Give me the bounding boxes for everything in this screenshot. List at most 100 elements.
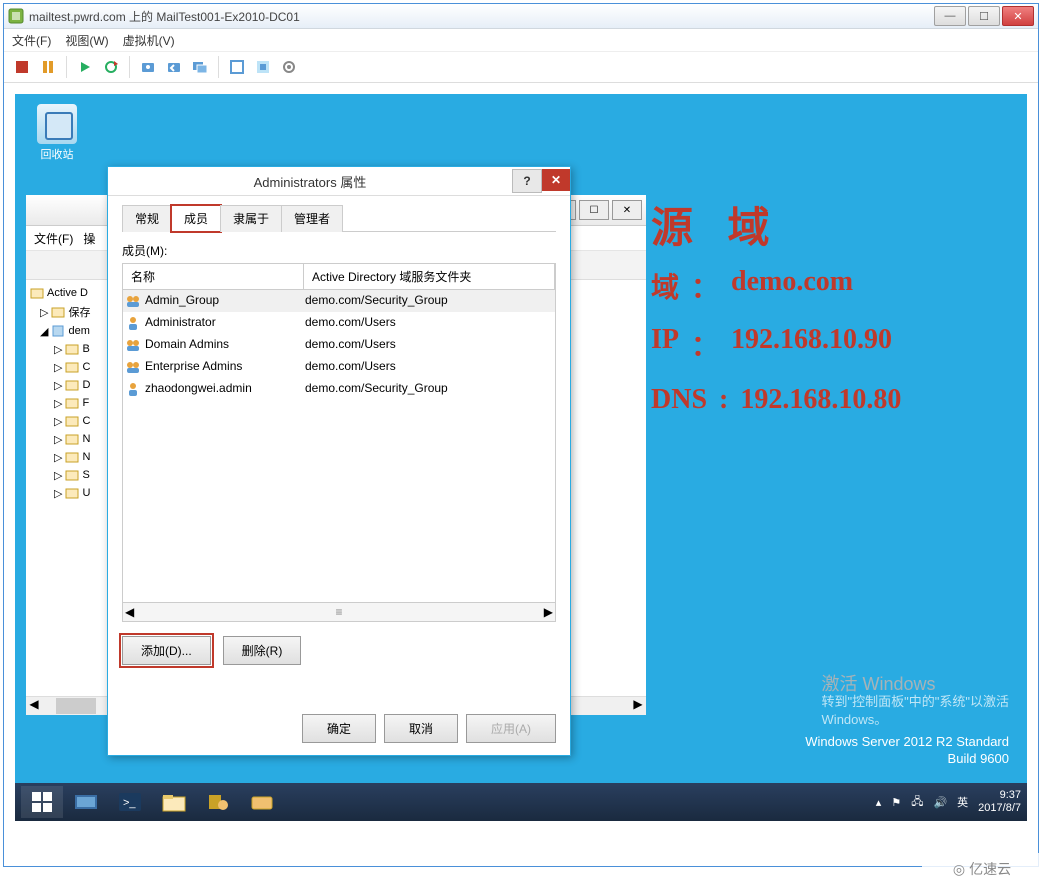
guest-desktop: 回收站 源 域 域：demo.com IP：192.168.10.90 DNS:… — [15, 94, 1027, 821]
tab-memberof[interactable]: 隶属于 — [220, 205, 282, 232]
aduc-tree[interactable]: Active D ▷ 保存 ◢ dem ▷ B▷ C▷ D▷ F▷ C▷ N▷ … — [26, 280, 115, 698]
ok-button[interactable]: 确定 — [302, 714, 376, 743]
user-icon — [123, 315, 143, 331]
aduc-menu-file[interactable]: 文件(F) — [34, 230, 73, 247]
recycle-bin[interactable]: 回收站 — [35, 104, 79, 162]
tree-item[interactable]: ▷ U — [30, 484, 110, 502]
tray-ime[interactable]: 英 — [957, 794, 968, 810]
provider-logo: ◎亿速云 — [922, 853, 1042, 885]
watermark-line: 转到"控制面板"中的"系统"以激活Windows。 — [822, 693, 1009, 729]
vmware-titlebar[interactable]: mailtest.pwrd.com 上的 MailTest001-Ex2010-… — [4, 4, 1038, 29]
tree-item[interactable]: ▷ N — [30, 448, 110, 466]
member-row[interactable]: zhaodongwei.admindemo.com/Security_Group — [123, 378, 555, 400]
member-row[interactable]: Admin_Groupdemo.com/Security_Group — [123, 290, 555, 312]
menu-vm[interactable]: 虚拟机(V) — [123, 32, 175, 49]
vmware-window: mailtest.pwrd.com 上的 MailTest001-Ex2010-… — [3, 3, 1039, 867]
vmware-icon — [8, 8, 24, 24]
remove-button[interactable]: 删除(R) — [223, 636, 302, 665]
column-name[interactable]: 名称 — [123, 264, 304, 289]
dialog-help-button[interactable]: ? — [512, 169, 542, 193]
tree-item[interactable]: ▷ S — [30, 466, 110, 484]
taskbar-explorer[interactable] — [153, 786, 195, 818]
settings-icon[interactable] — [277, 55, 301, 79]
group-icon — [123, 337, 143, 353]
vmware-toolbar — [4, 52, 1038, 83]
overlay-row-ip: IP：192.168.10.90 — [651, 324, 892, 364]
taskbar-card[interactable] — [241, 786, 283, 818]
tab-members[interactable]: 成员 — [171, 205, 221, 232]
tab-managedby[interactable]: 管理者 — [281, 205, 343, 232]
add-button[interactable]: 添加(D)... — [122, 636, 211, 665]
tray-network-icon[interactable]: 🖧 — [911, 793, 923, 812]
activation-watermark: 激活 Windows 转到"控制面板"中的"系统"以激活Windows。 — [822, 675, 1009, 729]
member-row[interactable]: Administratordemo.com/Users — [123, 312, 555, 334]
tray-clock[interactable]: 9:37 2017/8/7 — [978, 789, 1021, 815]
maximize-button[interactable]: ☐ — [968, 6, 1000, 26]
list-hscrollbar[interactable]: ◀ ≡ ▶ — [122, 603, 556, 622]
dialog-title: Administrators 属性 — [108, 172, 512, 191]
fullscreen-icon[interactable] — [225, 55, 249, 79]
tree-item[interactable]: ▷ F — [30, 394, 110, 412]
members-label: 成员(M): — [122, 242, 556, 259]
menu-view[interactable]: 视图(W) — [65, 32, 108, 49]
user-icon — [123, 381, 143, 397]
administrators-properties-dialog: Administrators 属性 ? ✕ 常规 成员 隶属于 管理者 成员(M… — [107, 166, 571, 756]
overlay-row-dns: DNS: 192.168.10.80 — [651, 384, 901, 416]
scroll-grip-icon[interactable]: ≡ — [134, 605, 544, 619]
start-button[interactable] — [21, 786, 63, 818]
tree-item[interactable]: ▷ C — [30, 412, 110, 430]
tray-up-icon[interactable]: ▴ — [876, 796, 882, 809]
aduc-maximize[interactable]: ☐ — [579, 200, 609, 220]
tree-item[interactable]: ▷ B — [30, 340, 110, 358]
group-icon — [123, 293, 143, 309]
member-row[interactable]: Enterprise Adminsdemo.com/Users — [123, 356, 555, 378]
vmware-title-text: mailtest.pwrd.com 上的 MailTest001-Ex2010-… — [29, 8, 934, 25]
cancel-button[interactable]: 取消 — [384, 714, 458, 743]
tree-item[interactable]: ▷ C — [30, 358, 110, 376]
tree-domain: ◢ dem — [30, 322, 110, 340]
apply-button[interactable]: 应用(A) — [466, 714, 556, 743]
tray-flag-icon[interactable]: ⚑ — [891, 796, 901, 809]
taskbar-aduc[interactable] — [197, 786, 239, 818]
aduc-close[interactable]: ✕ — [612, 200, 642, 220]
watermark-title: 激活 Windows — [822, 675, 1009, 693]
play-icon[interactable] — [73, 55, 97, 79]
column-folder[interactable]: Active Directory 域服务文件夹 — [304, 264, 555, 289]
recycle-bin-label: 回收站 — [35, 146, 79, 162]
os-info: Windows Server 2012 R2 Standard Build 96… — [805, 733, 1009, 767]
tree-item[interactable]: ▷ N — [30, 430, 110, 448]
member-row[interactable]: Domain Adminsdemo.com/Users — [123, 334, 555, 356]
taskbar[interactable]: >_ ▴ ⚑ 🖧 🔊 英 9:37 2017/8/7 — [15, 783, 1027, 821]
vmware-menubar: 文件(F) 视图(W) 虚拟机(V) — [4, 29, 1038, 52]
members-list-header: 名称 Active Directory 域服务文件夹 — [122, 263, 556, 289]
snapshot-icon[interactable] — [136, 55, 160, 79]
tree-root: Active D — [30, 284, 110, 302]
system-tray[interactable]: ▴ ⚑ 🖧 🔊 英 9:37 2017/8/7 — [876, 789, 1021, 815]
overlay-title: 源 域 — [651, 194, 782, 255]
snapshot-manager-icon[interactable] — [188, 55, 212, 79]
tray-volume-icon[interactable]: 🔊 — [933, 796, 947, 809]
stop-icon[interactable] — [10, 55, 34, 79]
dialog-close-button[interactable]: ✕ — [542, 169, 570, 191]
svg-text:>_: >_ — [123, 797, 136, 809]
tree-item[interactable]: ▷ D — [30, 376, 110, 394]
members-list[interactable]: Admin_Groupdemo.com/Security_GroupAdmini… — [122, 289, 556, 603]
scroll-right-icon[interactable]: ▶ — [544, 605, 553, 619]
dialog-titlebar[interactable]: Administrators 属性 ? ✕ — [108, 167, 570, 196]
taskbar-powershell[interactable]: >_ — [109, 786, 151, 818]
pause-icon[interactable] — [36, 55, 60, 79]
aduc-menu-action[interactable]: 操 — [83, 230, 95, 247]
revert-icon[interactable] — [162, 55, 186, 79]
dialog-tabs: 常规 成员 隶属于 管理者 — [122, 204, 556, 232]
unity-icon[interactable] — [251, 55, 275, 79]
recycle-bin-icon — [37, 104, 77, 144]
taskbar-server-manager[interactable] — [65, 786, 107, 818]
group-icon — [123, 359, 143, 375]
scroll-left-icon[interactable]: ◀ — [125, 605, 134, 619]
minimize-button[interactable]: — — [934, 6, 966, 26]
overlay-row-domain: 域：demo.com — [651, 266, 853, 306]
close-button[interactable]: ✕ — [1002, 6, 1034, 26]
menu-file[interactable]: 文件(F) — [12, 32, 51, 49]
restart-icon[interactable] — [99, 55, 123, 79]
tab-general[interactable]: 常规 — [122, 205, 172, 232]
